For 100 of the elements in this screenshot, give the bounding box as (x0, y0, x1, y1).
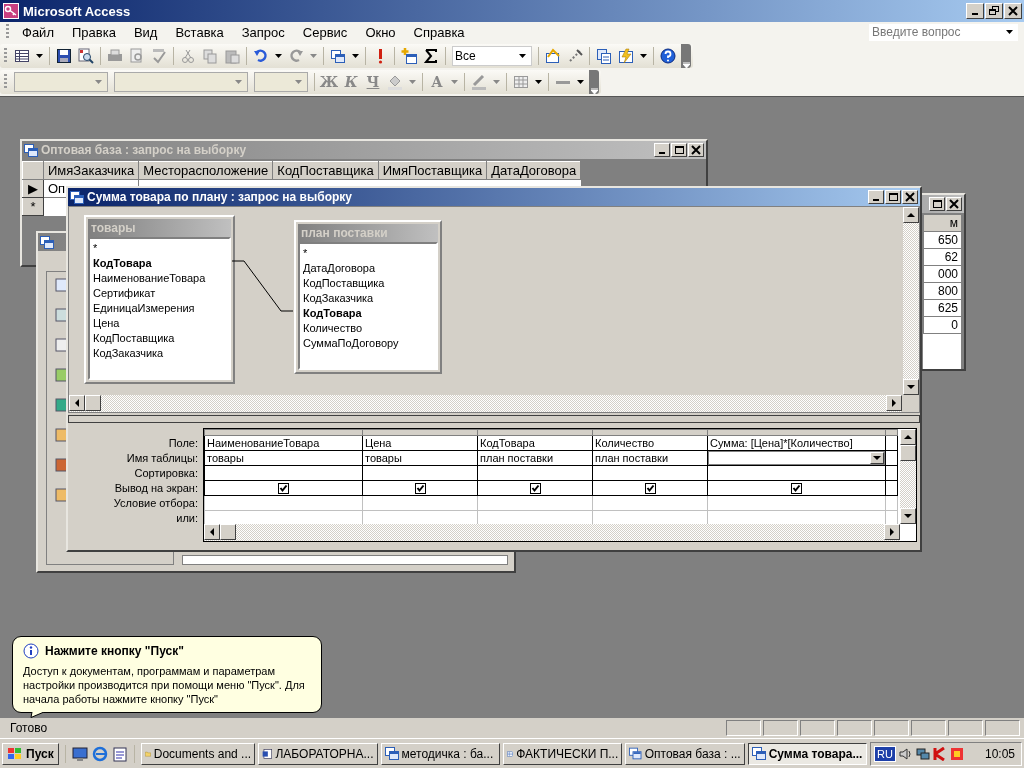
menu-item[interactable]: Файл (13, 22, 63, 42)
field-name[interactable]: Цена (93, 316, 226, 331)
grid-cell[interactable]: КодТовара (477, 435, 593, 451)
scroll-down-button[interactable] (900, 508, 916, 524)
scroll-thumb[interactable] (900, 445, 916, 461)
network-icon[interactable] (915, 746, 930, 761)
menu-item[interactable]: Вставка (166, 22, 233, 42)
grid-cell[interactable]: товары (204, 450, 363, 466)
scroll-right-button[interactable] (884, 524, 900, 540)
speaker-icon[interactable] (898, 746, 913, 761)
column-header[interactable]: КодПоставщика (272, 161, 379, 180)
checkbox[interactable] (529, 483, 541, 495)
checkbox[interactable] (644, 483, 656, 495)
input-field[interactable] (182, 555, 508, 565)
grid-cell[interactable]: НаименованиеТовара (204, 435, 363, 451)
column-header[interactable]: м (923, 215, 961, 232)
browser-icon[interactable] (91, 745, 108, 762)
antivirus-icon[interactable] (932, 746, 947, 761)
grid-cell[interactable]: план поставки (477, 450, 593, 466)
field-list[interactable]: товары * КодТовара НаименованиеТовара Сертификат ЕдиницаИзмерения Цена КодПоставщика КодЗаказчика (84, 215, 235, 384)
caret-icon[interactable] (275, 54, 282, 58)
caret-icon[interactable] (352, 54, 359, 58)
scroll-left-button[interactable] (204, 524, 220, 540)
grid-cell[interactable]: Количество (592, 435, 708, 451)
field-name[interactable]: КодЗаказчика (303, 291, 433, 306)
taskbar-button[interactable]: методичка : ба... (380, 742, 500, 765)
notepad-icon[interactable] (111, 745, 128, 762)
field-name[interactable]: КодПоставщика (303, 276, 433, 291)
field-name[interactable]: Сертификат (93, 286, 226, 301)
menu-item[interactable]: Вид (124, 22, 167, 42)
menu-item[interactable]: Правка (62, 22, 125, 42)
grid-cell[interactable]: Цена (362, 435, 478, 451)
scroll-thumb[interactable] (220, 524, 236, 540)
close-button[interactable] (902, 190, 918, 204)
column-header[interactable]: ИмяПоставщика (378, 161, 487, 180)
taskbar-button[interactable]: ФАКТИЧЕСКИ П... (502, 742, 623, 765)
maximize-button[interactable] (885, 190, 901, 204)
field-name[interactable]: КодТовара (93, 256, 226, 271)
menu-item[interactable]: Справка (404, 22, 474, 42)
taskbar-button[interactable]: Documents and ... (140, 742, 256, 765)
minimize-button[interactable] (966, 3, 984, 19)
caret-icon[interactable] (519, 54, 526, 58)
scroll-up-button[interactable] (900, 429, 916, 445)
column-header[interactable]: ДатаДоговора (486, 161, 581, 180)
maximize-button[interactable] (671, 143, 687, 157)
help-search-field[interactable]: Введите вопрос (869, 23, 1018, 41)
field-name[interactable]: СуммаПоДоговору (303, 336, 433, 351)
menu-item[interactable]: Запрос (232, 22, 294, 42)
maximize-button[interactable] (929, 197, 945, 211)
tray-app-icon[interactable] (949, 746, 964, 761)
caret-icon[interactable] (36, 54, 43, 58)
caret-icon[interactable] (577, 80, 584, 84)
field-name[interactable]: КодПоставщика (93, 331, 226, 346)
caret-icon[interactable] (535, 80, 542, 84)
close-button[interactable] (946, 197, 962, 211)
checkbox[interactable] (278, 483, 289, 495)
help-icon[interactable] (657, 45, 679, 67)
horizontal-scrollbar[interactable] (69, 395, 902, 412)
top-values-combo[interactable]: Все (452, 46, 532, 66)
field-name[interactable]: НаименованиеТовара (93, 271, 226, 286)
grid-cell[interactable]: Сумма: [Цена]*[Количество] (707, 435, 886, 451)
field-name[interactable]: Количество (303, 321, 433, 336)
taskbar-button[interactable]: ЛАБОРАТОРНА... (258, 742, 378, 765)
menu-item[interactable]: Сервис (293, 22, 357, 42)
desktop-icon[interactable] (71, 745, 88, 762)
vertical-scrollbar[interactable] (903, 207, 919, 395)
field-name[interactable]: ДатаДоговора (303, 261, 433, 276)
pane-splitter[interactable] (68, 415, 920, 423)
scroll-down-button[interactable] (903, 379, 919, 395)
field-name[interactable]: ЕдиницаИзмерения (93, 301, 226, 316)
taskbar-button[interactable]: Сумма товара... (747, 742, 868, 765)
close-button[interactable] (688, 143, 704, 157)
caret-icon[interactable] (640, 54, 647, 58)
restore-button[interactable] (985, 3, 1003, 19)
field-name[interactable]: * (303, 246, 433, 261)
minimize-button[interactable] (868, 190, 884, 204)
table-dropdown[interactable] (708, 451, 885, 465)
field-name[interactable]: КодТовара (303, 306, 433, 321)
field-name[interactable]: КодЗаказчика (93, 346, 226, 361)
grid-cell[interactable]: товары (362, 450, 478, 466)
menu-item[interactable]: Окно (356, 22, 405, 42)
horizontal-scrollbar[interactable] (204, 524, 900, 541)
scroll-left-button[interactable] (69, 395, 85, 411)
language-indicator[interactable]: RU (874, 745, 896, 762)
column-header[interactable]: ИмяЗаказчика (43, 161, 139, 180)
scroll-right-button[interactable] (886, 395, 902, 411)
start-button[interactable]: Пуск (2, 742, 59, 765)
minimize-button[interactable] (654, 143, 670, 157)
field-name[interactable]: * (93, 241, 226, 256)
taskbar-button[interactable]: Оптовая база : ... (625, 742, 745, 765)
vertical-scrollbar[interactable] (900, 429, 916, 524)
checkbox[interactable] (791, 483, 802, 495)
close-button[interactable] (1004, 3, 1022, 19)
grid-cell[interactable]: план поставки (592, 450, 708, 466)
checkbox[interactable] (414, 483, 426, 495)
scroll-up-button[interactable] (903, 207, 919, 223)
column-header[interactable]: Месторасположение (138, 161, 273, 180)
toolbar-options-button[interactable] (589, 70, 599, 94)
scroll-thumb[interactable] (85, 395, 101, 411)
field-list[interactable]: план поставки * ДатаДоговора КодПоставщика КодЗаказчика КодТовара Количество СуммаПоДоговору (294, 220, 442, 374)
